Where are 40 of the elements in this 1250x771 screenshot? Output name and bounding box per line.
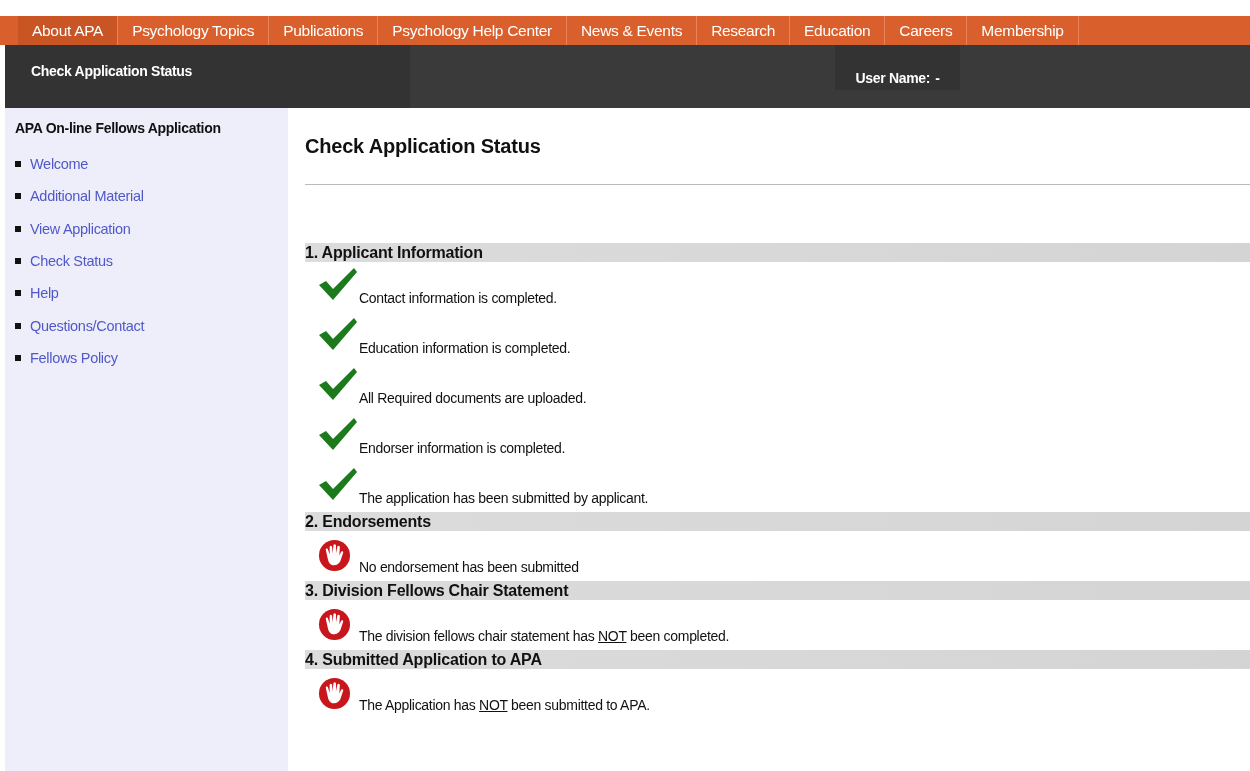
- checkmark-icon: [318, 317, 358, 351]
- bullet-icon: [15, 225, 21, 232]
- section-heading: 3. Division Fellows Chair Statement: [305, 581, 1250, 600]
- status-message: Contact information is completed.: [359, 290, 557, 306]
- bullet-icon: [15, 258, 21, 265]
- sidebar-link[interactable]: Check Status: [30, 253, 113, 270]
- status-message: The application has been submitted by applicant.: [359, 490, 649, 506]
- bullet-icon: [15, 354, 21, 361]
- user-name-value: -: [935, 70, 940, 86]
- sidebar-link[interactable]: Fellows Policy: [30, 349, 118, 366]
- checkmark-icon: [318, 417, 358, 451]
- status-message: No endorsement has been submitted: [359, 559, 579, 575]
- stop-hand-icon: [318, 608, 351, 641]
- sidebar-link[interactable]: Welcome: [30, 156, 89, 173]
- sidebar-title: APA On-line Fellows Application: [15, 120, 222, 136]
- checkmark-icon: [318, 267, 358, 301]
- bullet-icon: [15, 193, 21, 200]
- section-heading: 2. Endorsements: [305, 512, 1250, 531]
- section-heading: 4. Submitted Application to APA: [305, 650, 1250, 669]
- status-message: The Application has NOT been submitted to APA.: [359, 697, 650, 713]
- status-message: Education information is completed.: [359, 340, 571, 356]
- sidebar-link[interactable]: Additional Material: [30, 188, 144, 205]
- bullet-icon: [15, 161, 21, 168]
- bullet-icon: [15, 322, 21, 329]
- stop-hand-icon: [318, 539, 351, 572]
- stop-hand-icon: [318, 677, 351, 710]
- sidebar-link[interactable]: Questions/Contact: [30, 317, 145, 334]
- sidebar-link[interactable]: Help: [30, 285, 59, 302]
- status-message: The division fellows chair statement has NOT been completed.: [359, 628, 730, 644]
- checkmark-icon: [318, 367, 358, 401]
- status-message: All Required documents are uploaded.: [359, 390, 587, 406]
- user-name-label: User Name:: [855, 70, 931, 86]
- checkmark-icon: [318, 467, 358, 501]
- sub-header-title: Check Application Status: [31, 63, 193, 79]
- status-message: Endorser information is completed.: [359, 440, 566, 456]
- page-title: Check Application Status: [305, 135, 542, 158]
- nav-link[interactable]: About APA: [18, 16, 119, 45]
- sidebar-link[interactable]: View Application: [30, 220, 131, 237]
- bullet-icon: [15, 290, 21, 297]
- section-heading: 1. Applicant Information: [305, 243, 1250, 262]
